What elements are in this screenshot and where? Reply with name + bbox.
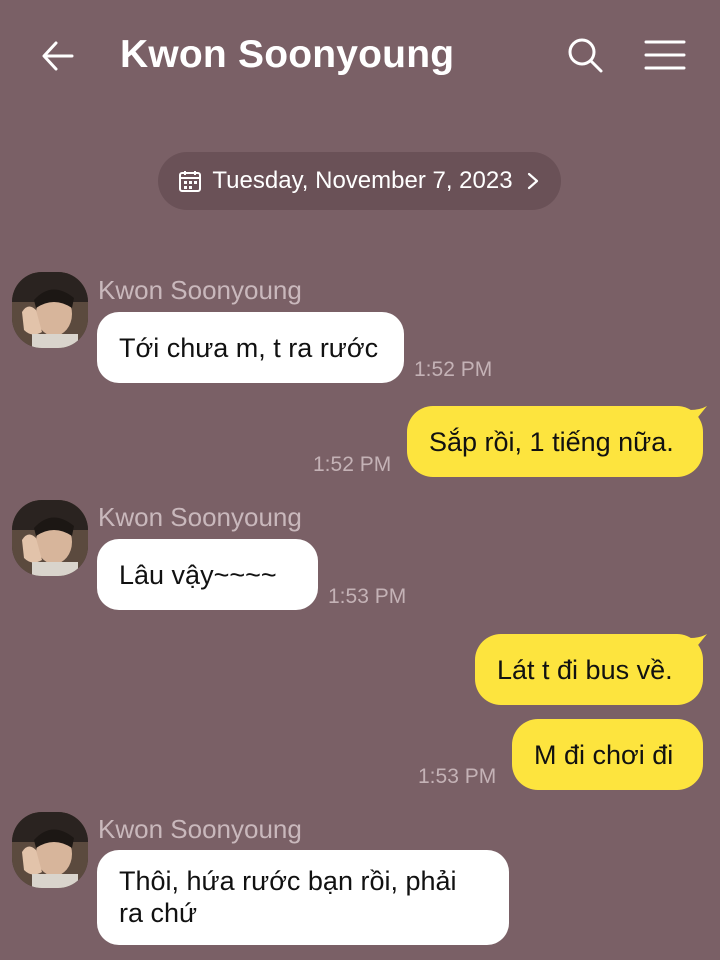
message-text: Lát t đi bus về. [497, 654, 673, 685]
message-bubble[interactable]: Thôi, hứa rước bạn rồi, phải ra chứ [97, 850, 509, 945]
chat-title[interactable]: Kwon Soonyoung [120, 33, 454, 77]
date-label: Tuesday, November 7, 2023 [212, 167, 513, 194]
message-time: 1:53 PM [328, 585, 407, 608]
message-text: Tới chưa m, t ra rước [119, 332, 379, 363]
message-text: Lâu vậy~~~~ [119, 559, 277, 590]
sender-name: Kwon Soonyoung [98, 814, 302, 844]
message-bubble[interactable]: M đi chơi đi [512, 719, 703, 790]
chat-header: Kwon Soonyoung [0, 0, 720, 110]
avatar[interactable] [12, 500, 88, 576]
message-time: 1:52 PM [414, 358, 493, 381]
message-text-line: Thôi, hứa rước bạn rồi, phải [119, 866, 457, 896]
message-time: 1:52 PM [313, 453, 392, 476]
back-button[interactable] [34, 32, 82, 80]
message-bubble[interactable]: Lâu vậy~~~~ [97, 539, 318, 610]
message-time: 1:53 PM [418, 765, 497, 788]
avatar[interactable] [12, 272, 88, 348]
date-divider[interactable]: Tuesday, November 7, 2023 [158, 152, 561, 210]
avatar[interactable] [12, 812, 88, 888]
sender-name: Kwon Soonyoung [98, 275, 302, 305]
message-text: M đi chơi đi [534, 739, 674, 770]
message-text: Sắp rồi, 1 tiếng nữa. [429, 426, 674, 457]
message-bubble[interactable]: Sắp rồi, 1 tiếng nữa. [407, 406, 703, 477]
message-text-line: ra chứ [119, 898, 198, 928]
menu-button[interactable] [640, 30, 690, 80]
hamburger-menu-icon [644, 40, 686, 70]
message-bubble[interactable]: Lát t đi bus về. [475, 634, 703, 705]
arrow-left-icon [42, 41, 74, 71]
chevron-right-icon [525, 171, 541, 191]
search-icon [568, 38, 603, 73]
bubble-tail [690, 634, 707, 650]
search-button[interactable] [560, 30, 610, 80]
calendar-icon [178, 169, 202, 193]
sender-name: Kwon Soonyoung [98, 502, 302, 532]
message-bubble[interactable]: Tới chưa m, t ra rước [97, 312, 404, 383]
bubble-tail [690, 406, 707, 422]
